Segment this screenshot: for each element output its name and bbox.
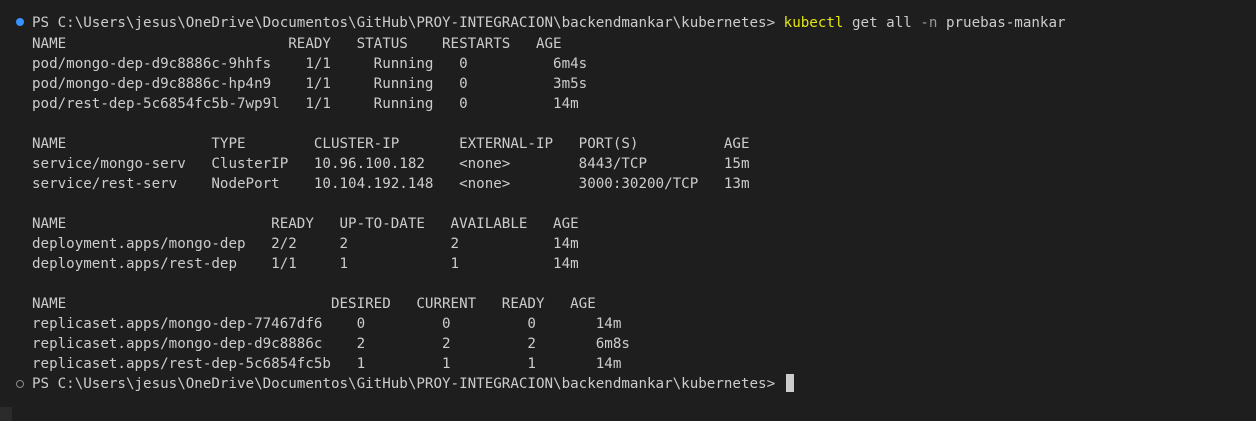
command-success-marker-icon[interactable]: [16, 18, 24, 26]
command-namespace: pruebas-mankar: [937, 15, 1066, 31]
prompt-text: PS C:\Users\jesus\OneDrive\Documentos\Gi…: [32, 376, 784, 392]
bottom-gutter: [0, 407, 12, 421]
prompt-text: PS C:\Users\jesus\OneDrive\Documentos\Gi…: [32, 15, 784, 31]
command-pending-marker-icon[interactable]: [16, 380, 24, 388]
terminal-panel[interactable]: PS C:\Users\jesus\OneDrive\Documentos\Gi…: [0, 0, 1256, 421]
replicaset-row: replicaset.apps/rest-dep-5c6854fc5b 1 1 …: [32, 356, 622, 372]
pod-row: pod/mongo-dep-d9c8886c-hp4n9 1/1 Running…: [32, 76, 588, 92]
replicaset-row: replicaset.apps/mongo-dep-77467df6 0 0 0…: [32, 316, 622, 332]
pod-row: pod/rest-dep-5c6854fc5b-7wp9l 1/1 Runnin…: [32, 96, 579, 112]
deployment-row: deployment.apps/rest-dep 1/1 1 1 14m: [32, 256, 579, 272]
replicasets-header: NAME DESIRED CURRENT READY AGE: [32, 296, 596, 312]
text-cursor: [785, 374, 794, 392]
command-flag: -n: [920, 15, 938, 31]
services-header: NAME TYPE CLUSTER-IP EXTERNAL-IP PORT(S)…: [32, 136, 750, 152]
command-args: get all: [843, 15, 921, 31]
pod-row: pod/mongo-dep-d9c8886c-9hhfs 1/1 Running…: [32, 56, 588, 72]
prompt-line[interactable]: PS C:\Users\jesus\OneDrive\Documentos\Gi…: [32, 374, 794, 394]
command-line: PS C:\Users\jesus\OneDrive\Documentos\Gi…: [32, 13, 1066, 33]
deployments-header: NAME READY UP-TO-DATE AVAILABLE AGE: [32, 216, 579, 232]
replicaset-row: replicaset.apps/mongo-dep-d9c8886c 2 2 2…: [32, 336, 630, 352]
service-row: service/rest-serv NodePort 10.104.192.14…: [32, 176, 750, 192]
pods-header: NAME READY STATUS RESTARTS AGE: [32, 36, 562, 52]
command-name: kubectl: [783, 15, 844, 31]
deployment-row: deployment.apps/mongo-dep 2/2 2 2 14m: [32, 236, 579, 252]
service-row: service/mongo-serv ClusterIP 10.96.100.1…: [32, 156, 750, 172]
